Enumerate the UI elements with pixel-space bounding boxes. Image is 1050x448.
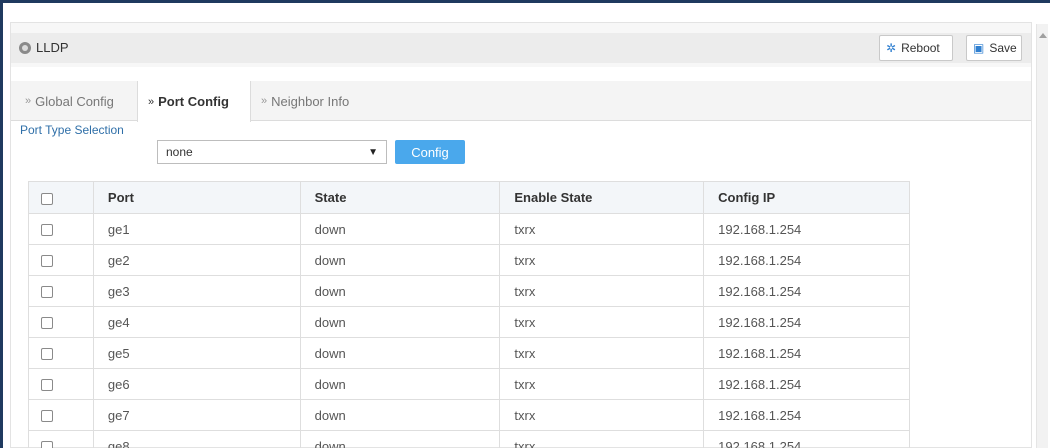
config-ip-cell: 192.168.1.254 [703, 430, 910, 448]
port-type-label: Port Type Selection [20, 123, 124, 137]
state-cell: down [299, 244, 501, 276]
enable-state-cell: txrx [499, 337, 705, 369]
title-bar: LLDP ✲ Reboot ▣ Save [11, 23, 1031, 67]
tab-neighbor-info[interactable]: » Neighbor Info [251, 81, 381, 121]
row-checkbox-cell [28, 244, 94, 276]
row-checkbox[interactable] [41, 441, 53, 448]
row-checkbox-cell [28, 337, 94, 369]
chevron-down-icon: ▼ [368, 147, 378, 158]
port-table: Port State Enable State Config IP ge1 do… [28, 181, 910, 448]
state-cell: down [299, 213, 501, 245]
state-cell: down [299, 337, 501, 369]
state-cell: down [299, 368, 501, 400]
window-top-border [0, 0, 1050, 3]
table-row[interactable]: ge3 down txrx 192.168.1.254 [28, 275, 910, 307]
config-ip-cell: 192.168.1.254 [703, 275, 910, 307]
config-ip-cell: 192.168.1.254 [703, 337, 910, 369]
row-checkbox-cell [28, 368, 94, 400]
table-row[interactable]: ge5 down txrx 192.168.1.254 [28, 337, 910, 369]
port-cell: ge5 [92, 337, 301, 369]
row-checkbox-cell [28, 213, 94, 245]
chevron-right-icon: » [261, 95, 268, 107]
state-cell: down [299, 430, 501, 448]
save-label: Save [989, 41, 1017, 55]
config-ip-cell: 192.168.1.254 [703, 368, 910, 400]
window-left-border [0, 0, 3, 448]
port-cell: ge6 [92, 368, 301, 400]
chevron-right-icon: » [25, 95, 32, 107]
port-cell: ge4 [92, 306, 301, 338]
row-checkbox-cell [28, 306, 94, 338]
config-ip-cell: 192.168.1.254 [703, 213, 910, 245]
config-button[interactable]: Config [395, 140, 465, 164]
port-cell: ge2 [92, 244, 301, 276]
column-header-config-ip: Config IP [703, 181, 910, 214]
enable-state-cell: txrx [499, 213, 705, 245]
column-header-state: State [299, 181, 501, 214]
vertical-scrollbar[interactable] [1036, 24, 1048, 448]
port-cell: ge7 [92, 399, 301, 431]
save-button[interactable]: ▣ Save [966, 35, 1022, 61]
reboot-label: Reboot [901, 41, 940, 55]
table-header-row: Port State Enable State Config IP [28, 181, 910, 214]
row-checkbox[interactable] [41, 224, 53, 237]
circle-icon [19, 42, 31, 54]
reboot-button[interactable]: ✲ Reboot [879, 35, 953, 61]
row-checkbox[interactable] [41, 255, 53, 268]
page-title: LLDP [36, 40, 69, 55]
row-checkbox-cell [28, 430, 94, 448]
tab-label: Port Config [158, 94, 229, 109]
state-cell: down [299, 275, 501, 307]
port-cell: ge3 [92, 275, 301, 307]
chevron-right-icon: » [148, 95, 155, 108]
config-ip-cell: 192.168.1.254 [703, 306, 910, 338]
scroll-up-arrow-icon[interactable] [1039, 33, 1047, 38]
tab-bar: » Global Config » Port Config » Neighbor… [11, 81, 1031, 122]
state-cell: down [299, 399, 501, 431]
state-cell: down [299, 306, 501, 338]
table-row[interactable]: ge1 down txrx 192.168.1.254 [28, 213, 910, 245]
enable-state-cell: txrx [499, 368, 705, 400]
config-ip-cell: 192.168.1.254 [703, 244, 910, 276]
enable-state-cell: txrx [499, 244, 705, 276]
row-checkbox[interactable] [41, 286, 53, 299]
column-header-enable-state: Enable State [499, 181, 705, 214]
table-row[interactable]: ge7 down txrx 192.168.1.254 [28, 399, 910, 431]
port-cell: ge8 [92, 430, 301, 448]
row-checkbox-cell [28, 275, 94, 307]
enable-state-cell: txrx [499, 399, 705, 431]
table-row[interactable]: ge4 down txrx 192.168.1.254 [28, 306, 910, 338]
config-ip-cell: 192.168.1.254 [703, 399, 910, 431]
tab-label: Global Config [35, 93, 114, 109]
save-icon: ▣ [973, 41, 985, 55]
row-checkbox[interactable] [41, 379, 53, 392]
title-strip [11, 33, 1031, 63]
row-checkbox-cell [28, 399, 94, 431]
table-row[interactable]: ge2 down txrx 192.168.1.254 [28, 244, 910, 276]
enable-state-cell: txrx [499, 275, 705, 307]
tab-global-config[interactable]: » Global Config [15, 81, 135, 121]
row-checkbox[interactable] [41, 410, 53, 423]
reboot-icon: ✲ [886, 41, 897, 55]
enable-state-cell: txrx [499, 306, 705, 338]
tab-port-config[interactable]: » Port Config [137, 81, 251, 122]
row-checkbox[interactable] [41, 348, 53, 361]
port-type-value: none [166, 145, 193, 159]
row-checkbox[interactable] [41, 317, 53, 330]
select-all-checkbox[interactable] [41, 192, 53, 205]
column-header-port: Port [92, 181, 301, 214]
port-cell: ge1 [92, 213, 301, 245]
table-row[interactable]: ge8 down txrx 192.168.1.254 [28, 430, 910, 448]
tab-label: Neighbor Info [271, 93, 350, 109]
table-row[interactable]: ge6 down txrx 192.168.1.254 [28, 368, 910, 400]
enable-state-cell: txrx [499, 430, 705, 448]
select-all-cell [28, 181, 94, 214]
port-type-select[interactable]: none ▼ [157, 140, 387, 164]
